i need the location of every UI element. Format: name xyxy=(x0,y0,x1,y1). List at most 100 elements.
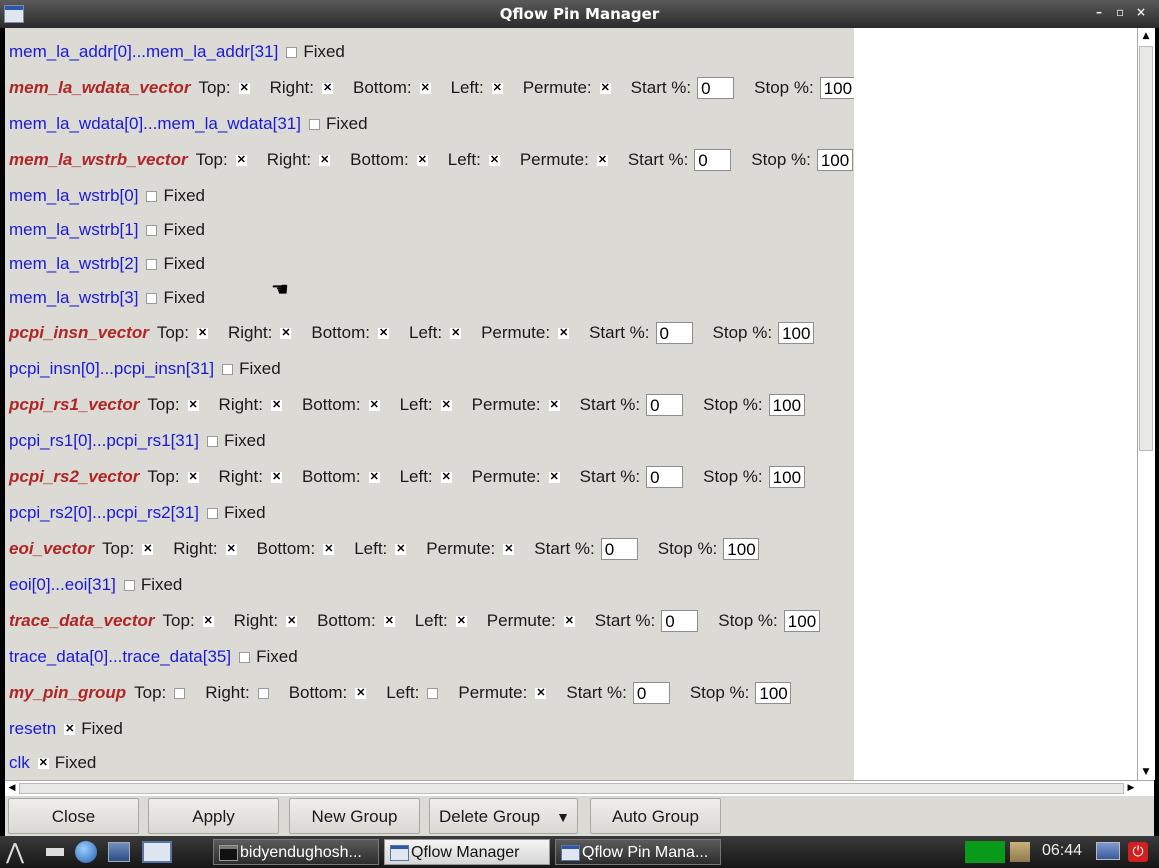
start-percent-input[interactable]: 0 xyxy=(646,394,684,416)
permute-checkbox[interactable]: ✕ xyxy=(503,543,515,555)
fixed-checkbox[interactable] xyxy=(239,651,251,663)
left-checkbox[interactable]: ✕ xyxy=(491,82,503,94)
left-checkbox[interactable]: ✕ xyxy=(488,154,500,166)
bottom-checkbox[interactable]: ✕ xyxy=(416,154,428,166)
stop-percent-input[interactable]: 100 xyxy=(819,77,854,99)
left-checkbox[interactable]: ✕ xyxy=(440,399,452,411)
scroll-up-arrow-icon[interactable]: ▲ xyxy=(1140,30,1152,42)
display-icon[interactable] xyxy=(1096,842,1120,860)
bottom-checkbox[interactable]: ✕ xyxy=(383,615,395,627)
top-checkbox[interactable]: ✕ xyxy=(196,327,208,339)
fixed-checkbox[interactable] xyxy=(146,292,158,304)
fixed-checkbox[interactable] xyxy=(146,258,158,270)
taskbar-item-qflow-manager[interactable]: Qflow Manager xyxy=(384,839,550,865)
left-checkbox[interactable]: ✕ xyxy=(455,615,467,627)
top-checkbox[interactable]: ✕ xyxy=(187,399,199,411)
start-percent-input[interactable]: 0 xyxy=(600,538,638,560)
right-checkbox[interactable]: ✕ xyxy=(270,471,282,483)
right-checkbox[interactable] xyxy=(257,687,269,699)
permute-checkbox[interactable]: ✕ xyxy=(563,615,575,627)
close-window-button[interactable]: × xyxy=(1136,5,1146,19)
left-checkbox[interactable]: ✕ xyxy=(440,471,452,483)
top-checkbox[interactable]: ✕ xyxy=(235,154,247,166)
left-checkbox[interactable] xyxy=(427,687,439,699)
stop-percent-input[interactable]: 100 xyxy=(778,322,815,344)
browser-globe-icon[interactable] xyxy=(75,841,97,863)
permute-checkbox[interactable]: ✕ xyxy=(558,327,570,339)
horizontal-scroll-thumb[interactable] xyxy=(19,783,1124,794)
scroll-left-arrow-icon[interactable]: ◀ xyxy=(6,783,18,793)
bottom-checkbox[interactable]: ✕ xyxy=(355,687,367,699)
start-percent-input[interactable]: 0 xyxy=(697,77,735,99)
bottom-checkbox[interactable]: ✕ xyxy=(419,82,431,94)
delete-group-button[interactable]: Delete Group ▼ xyxy=(429,798,578,834)
stop-percent-input[interactable]: 100 xyxy=(768,466,805,488)
fixed-checkbox[interactable] xyxy=(286,46,298,58)
left-checkbox[interactable]: ✕ xyxy=(450,327,462,339)
right-checkbox[interactable]: ✕ xyxy=(322,82,333,94)
vertical-scrollbar[interactable]: ▲ ▼ xyxy=(1137,28,1155,780)
stop-percent-input[interactable]: 100 xyxy=(768,394,805,416)
top-checkbox[interactable]: ✕ xyxy=(187,471,199,483)
left-checkbox[interactable]: ✕ xyxy=(395,543,407,555)
stop-percent-input[interactable]: 100 xyxy=(783,610,820,632)
top-checkbox[interactable]: ✕ xyxy=(142,543,154,555)
apply-button[interactable]: Apply xyxy=(148,798,279,834)
permute-checkbox[interactable]: ✕ xyxy=(599,82,611,94)
fixed-checkbox[interactable] xyxy=(146,190,158,202)
right-checkbox[interactable]: ✕ xyxy=(225,543,237,555)
clock[interactable]: 06:44 xyxy=(1042,842,1082,860)
start-percent-input[interactable]: 0 xyxy=(632,682,670,704)
new-group-button[interactable]: New Group xyxy=(289,798,420,834)
fixed-checkbox[interactable] xyxy=(206,507,218,519)
power-icon[interactable]: ⏻ xyxy=(1128,842,1148,862)
fixed-checkbox[interactable] xyxy=(123,579,135,591)
permute-checkbox[interactable]: ✕ xyxy=(596,154,608,166)
permute-checkbox[interactable]: ✕ xyxy=(548,471,560,483)
right-checkbox[interactable]: ✕ xyxy=(286,615,298,627)
fixed-checkbox[interactable] xyxy=(146,224,158,236)
stop-percent-input[interactable]: 100 xyxy=(755,682,792,704)
top-checkbox[interactable] xyxy=(174,687,186,699)
minimize-all-icon[interactable] xyxy=(46,848,64,856)
permute-checkbox[interactable]: ✕ xyxy=(535,687,547,699)
fixed-checkbox[interactable] xyxy=(309,118,320,130)
start-menu-icon[interactable]: ⋀ xyxy=(6,840,24,865)
scroll-down-arrow-icon[interactable]: ▼ xyxy=(1140,766,1152,778)
taskbar-item-qflow-pin-manager[interactable]: Qflow Pin Mana... xyxy=(555,839,721,865)
fixed-checkbox[interactable]: ✕ xyxy=(64,723,76,735)
chevron-down-icon[interactable]: ▼ xyxy=(556,799,570,835)
bottom-checkbox[interactable]: ✕ xyxy=(368,471,380,483)
close-button[interactable]: Close xyxy=(8,798,139,834)
bottom-checkbox[interactable]: ✕ xyxy=(323,543,335,555)
stop-percent-input[interactable]: 100 xyxy=(723,538,760,560)
bottom-checkbox[interactable]: ✕ xyxy=(368,399,380,411)
auto-group-button[interactable]: Auto Group xyxy=(590,798,721,834)
top-checkbox[interactable]: ✕ xyxy=(202,615,214,627)
right-checkbox[interactable]: ✕ xyxy=(280,327,292,339)
desktop-switch-icon[interactable] xyxy=(142,841,172,863)
stop-percent-input[interactable]: 100 xyxy=(816,149,853,171)
bottom-checkbox[interactable]: ✕ xyxy=(377,327,389,339)
start-percent-input[interactable]: 0 xyxy=(661,610,699,632)
fixed-checkbox[interactable] xyxy=(206,435,218,447)
right-checkbox[interactable]: ✕ xyxy=(319,154,331,166)
horizontal-scrollbar[interactable]: ◀ ▶ xyxy=(5,780,1154,797)
top-label: Top: xyxy=(102,539,135,558)
top-checkbox[interactable]: ✕ xyxy=(238,82,250,94)
start-percent-input[interactable]: 0 xyxy=(655,322,693,344)
minimize-button[interactable]: – xyxy=(1096,5,1102,19)
start-percent-input[interactable]: 0 xyxy=(694,149,732,171)
maximize-button[interactable]: ▫ xyxy=(1116,5,1124,19)
cpu-monitor-icon[interactable] xyxy=(965,841,1005,863)
permute-checkbox[interactable]: ✕ xyxy=(548,399,560,411)
scroll-right-arrow-icon[interactable]: ▶ xyxy=(1125,783,1137,793)
start-percent-input[interactable]: 0 xyxy=(646,466,684,488)
fixed-checkbox[interactable]: ✕ xyxy=(37,757,49,769)
taskbar-item-terminal[interactable]: bidyendughosh... xyxy=(213,839,379,865)
clipboard-icon[interactable] xyxy=(1010,842,1030,862)
vertical-scroll-thumb[interactable] xyxy=(1139,46,1153,451)
fixed-checkbox[interactable] xyxy=(222,363,234,375)
file-manager-icon[interactable] xyxy=(108,842,130,862)
right-checkbox[interactable]: ✕ xyxy=(270,399,282,411)
